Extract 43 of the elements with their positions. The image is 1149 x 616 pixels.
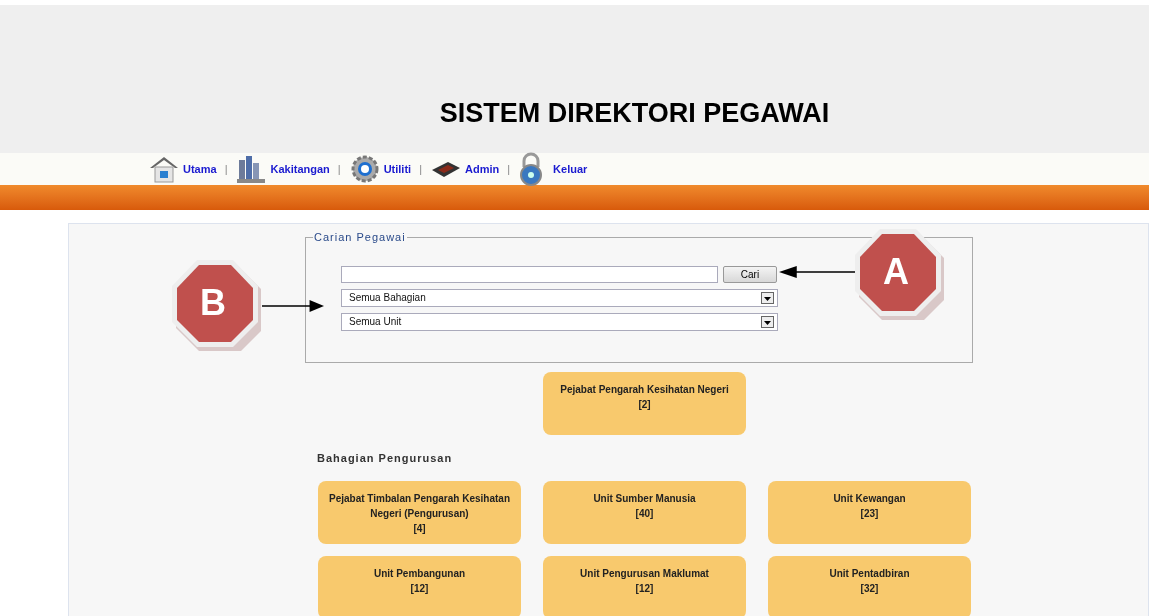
house-icon bbox=[148, 154, 180, 184]
staff-count: [40] bbox=[634, 506, 655, 521]
nav-separator: | bbox=[507, 161, 511, 177]
nav-link[interactable]: Utama bbox=[148, 154, 217, 184]
nav-link[interactable]: Kakitangan bbox=[235, 154, 330, 184]
unit-card[interactable]: Unit Pembangunan [12] bbox=[318, 555, 521, 616]
buildings-icon bbox=[235, 154, 268, 184]
nav-separator: | bbox=[337, 161, 341, 177]
nav-separator: | bbox=[419, 161, 422, 177]
staff-count: [12] bbox=[409, 581, 430, 596]
unit-card[interactable]: Unit Pengurusan Maklumat [12] bbox=[543, 555, 746, 616]
staff-count: [32] bbox=[859, 581, 880, 596]
search-legend: Carian Pegawai bbox=[313, 229, 407, 246]
nav-link[interactable]: Utiliti bbox=[348, 154, 412, 184]
callout-letter: A bbox=[882, 250, 910, 294]
staff-count: [4] bbox=[412, 521, 427, 536]
system-title: SISTEM DIREKTORI PEGAWAI bbox=[439, 96, 830, 130]
section-heading: Bahagian Pengurusan bbox=[317, 451, 453, 466]
search-field[interactable] bbox=[341, 265, 718, 283]
unit-name: Pejabat Pengarah Kesihatan Negeri bbox=[559, 383, 730, 397]
dropdown[interactable]: Semua Bahagian bbox=[341, 288, 778, 307]
nav-link[interactable]: Admin bbox=[430, 154, 500, 184]
unit-card[interactable]: Pejabat Timbalan Pengarah Kesihatan Negeri (Pengurusan) [4] bbox=[318, 480, 521, 544]
padlock-icon bbox=[518, 152, 545, 186]
unit-name: Unit Kewangan bbox=[832, 491, 907, 506]
arrow bbox=[262, 300, 324, 312]
unit-card[interactable]: Pejabat Pengarah Kesihatan Negeri [2] bbox=[543, 372, 746, 435]
unit-name: Unit Pembangunan bbox=[372, 566, 467, 581]
unit-name: Pejabat Timbalan Pengarah Kesihatan Negeri (Pengurusan) bbox=[328, 491, 511, 521]
nav-separator: | bbox=[224, 161, 228, 177]
unit-card[interactable]: Unit Sumber Manusia [40] bbox=[543, 480, 746, 544]
dropdown[interactable]: Semua Unit bbox=[341, 312, 778, 331]
staff-count: [23] bbox=[859, 506, 880, 521]
unit-name: Unit Pentadbiran bbox=[828, 566, 911, 581]
unit-name: Unit Pengurusan Maklumat bbox=[579, 566, 710, 581]
unit-name: Unit Sumber Manusia bbox=[592, 491, 697, 506]
search-button[interactable]: Cari bbox=[723, 265, 777, 283]
callout-letter: B bbox=[199, 281, 227, 325]
unit-card[interactable]: Unit Pentadbiran [32] bbox=[768, 555, 971, 616]
unit-card[interactable]: Unit Kewangan [23] bbox=[768, 480, 971, 544]
nav-link[interactable]: Keluar bbox=[518, 152, 588, 186]
staff-count: [12] bbox=[634, 581, 655, 596]
staff-count: [2] bbox=[637, 398, 652, 412]
